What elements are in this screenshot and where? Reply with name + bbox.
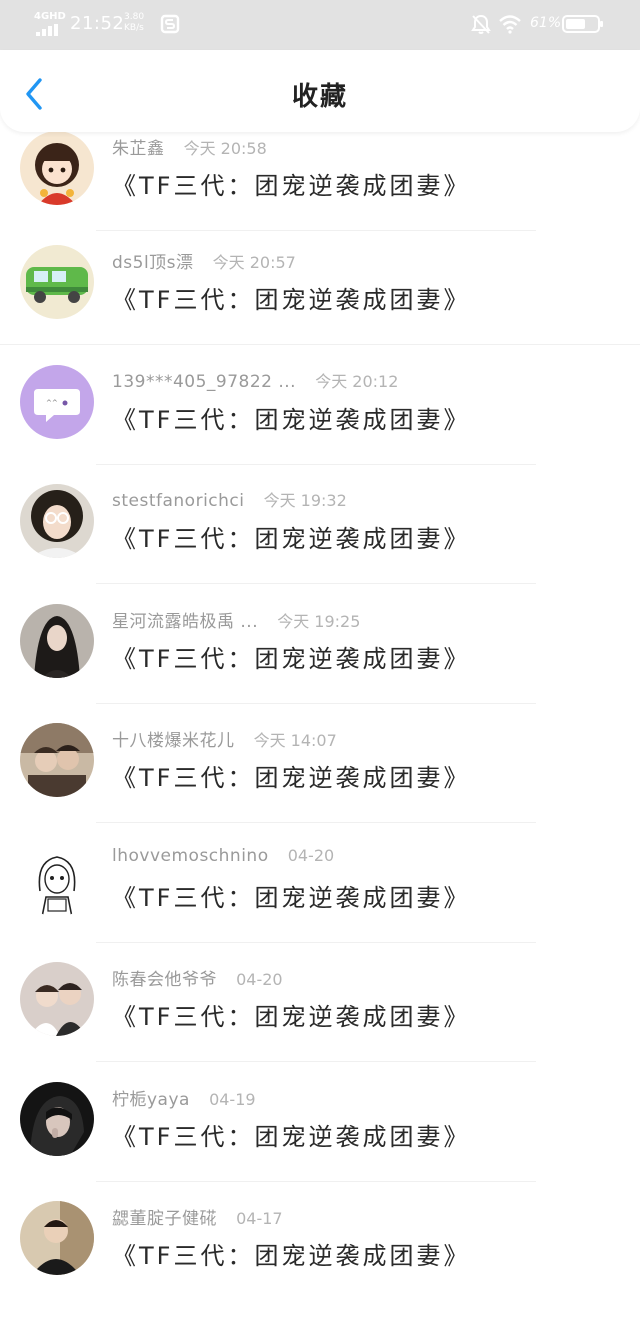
list-item[interactable]: 朱芷鑫 今天 20:58 《TF三代：团宠逆袭成团妻》 — [0, 130, 640, 250]
avatar-image — [20, 484, 94, 558]
list-item[interactable]: 勰董腚子健硴 04-17 《TF三代：团宠逆袭成团妻》 — [0, 1200, 640, 1320]
list-item[interactable]: stestfanorichci 今天 19:32 《TF三代：团宠逆袭成团妻》 — [0, 483, 640, 603]
avatar[interactable] — [20, 723, 94, 797]
message-meta: stestfanorichci 今天 19:32 — [112, 487, 347, 515]
message-text: 《TF三代：团宠逆袭成团妻》 — [112, 645, 471, 673]
speed-value: 3.80 — [124, 12, 145, 22]
battery-percent: 61% — [530, 15, 562, 31]
divider — [96, 1061, 536, 1062]
timestamp: 今天 20:57 — [212, 253, 296, 272]
avatar-image — [20, 131, 94, 205]
message-text: 《TF三代：团宠逆袭成团妻》 — [112, 1003, 471, 1031]
avatar[interactable] — [20, 1082, 94, 1156]
message-text: 《TF三代：团宠逆袭成团妻》 — [112, 1123, 471, 1151]
avatar[interactable] — [20, 962, 94, 1036]
avatar-image — [20, 245, 94, 319]
divider — [96, 1181, 536, 1182]
svg-text:^^: ^^ — [46, 399, 58, 407]
username[interactable]: 朱芷鑫 — [112, 139, 165, 159]
nav-bar: 收藏 — [0, 50, 640, 132]
message-meta: 朱芷鑫 今天 20:58 — [112, 134, 267, 162]
message-meta: 柠栀yaya 04-19 — [112, 1085, 256, 1113]
divider — [96, 464, 536, 465]
username[interactable]: stestfanorichci — [112, 491, 245, 511]
message-meta: 勰董腚子健硴 04-17 — [112, 1204, 283, 1232]
message-meta: 陈春会他爷爷 04-20 — [112, 965, 283, 993]
list-item[interactable]: lhovvemoschnino 04-20 《TF三代：团宠逆袭成团妻》 — [0, 842, 640, 962]
divider — [0, 344, 640, 345]
message-text: 《TF三代：团宠逆袭成团妻》 — [112, 525, 471, 553]
divider — [96, 230, 536, 231]
timestamp: 今天 14:07 — [253, 731, 337, 750]
message-text: 《TF三代：团宠逆袭成团妻》 — [112, 1242, 471, 1270]
timestamp: 04-20 — [236, 970, 283, 989]
avatar[interactable] — [20, 843, 94, 917]
avatar[interactable] — [20, 131, 94, 205]
message-text: 《TF三代：团宠逆袭成团妻》 — [112, 406, 471, 434]
timestamp: 04-17 — [236, 1209, 283, 1228]
avatar-image — [20, 723, 94, 797]
username[interactable]: ds5l顶s漂 — [112, 253, 194, 273]
message-text: 《TF三代：团宠逆袭成团妻》 — [112, 172, 471, 200]
message-text: 《TF三代：团宠逆袭成团妻》 — [112, 764, 471, 792]
avatar-image — [20, 962, 94, 1036]
list-item[interactable]: 陈春会他爷爷 04-20 《TF三代：团宠逆袭成团妻》 — [0, 961, 640, 1081]
divider — [96, 703, 536, 704]
wifi-icon — [499, 15, 521, 34]
divider — [96, 822, 536, 823]
message-meta: 十八楼爆米花儿 今天 14:07 — [112, 726, 337, 754]
message-meta: ds5l顶s漂 今天 20:57 — [112, 248, 296, 276]
username[interactable]: 陈春会他爷爷 — [112, 970, 217, 990]
message-meta: 139***405_97822 ... 今天 20:12 — [112, 368, 398, 396]
message-text: 《TF三代：团宠逆袭成团妻》 — [112, 884, 471, 912]
divider — [96, 942, 536, 943]
status-bar: 4GHD 21:52 3.80 KB/s 61% — [0, 0, 640, 50]
app-notification-icon — [160, 14, 180, 34]
username[interactable]: 十八楼爆米花儿 — [112, 731, 235, 751]
avatar-image — [20, 1082, 94, 1156]
list-item[interactable]: 星河流露皓极禹 ... 今天 19:25 《TF三代：团宠逆袭成团妻》 — [0, 603, 640, 723]
clock: 21:52 — [70, 13, 125, 34]
username[interactable]: 柠栀yaya — [112, 1090, 190, 1110]
network-speed: 3.80 KB/s — [124, 12, 150, 34]
avatar-image — [20, 843, 94, 917]
network-type: 4GHD — [34, 11, 66, 22]
divider — [96, 583, 536, 584]
timestamp: 04-20 — [287, 846, 335, 865]
timestamp: 04-19 — [209, 1090, 256, 1109]
username[interactable]: 139***405_97822 ... — [112, 372, 296, 392]
timestamp: 今天 20:58 — [183, 139, 267, 158]
list-item[interactable]: 柠栀yaya 04-19 《TF三代：团宠逆袭成团妻》 — [0, 1081, 640, 1201]
page-title: 收藏 — [291, 82, 348, 112]
speed-unit: KB/s — [124, 23, 144, 33]
username[interactable]: 星河流露皓极禹 ... — [112, 612, 258, 632]
timestamp: 今天 19:25 — [277, 612, 361, 631]
list-item[interactable]: ds5l顶s漂 今天 20:57 《TF三代：团宠逆袭成团妻》 — [0, 244, 640, 364]
mute-bell-icon — [471, 14, 491, 34]
message-text: 《TF三代：团宠逆袭成团妻》 — [112, 286, 471, 314]
avatar[interactable]: ^^ — [20, 365, 94, 439]
timestamp: 今天 19:32 — [263, 491, 347, 510]
avatar-image — [20, 604, 94, 678]
username[interactable]: 勰董腚子健硴 — [112, 1209, 217, 1229]
message-meta: lhovvemoschnino 04-20 — [112, 846, 334, 874]
list-item[interactable]: ^^ 139***405_97822 ... 今天 20:12 《TF三代：团宠… — [0, 364, 640, 484]
timestamp: 今天 20:12 — [315, 372, 399, 391]
battery-icon — [562, 15, 603, 33]
username[interactable]: lhovvemoschnino — [112, 846, 269, 866]
avatar[interactable] — [20, 604, 94, 678]
avatar-image: ^^ — [20, 365, 94, 439]
avatar[interactable] — [20, 245, 94, 319]
avatar[interactable] — [20, 1201, 94, 1275]
message-meta: 星河流露皓极禹 ... 今天 19:25 — [112, 607, 360, 635]
signal-icon — [36, 24, 58, 36]
list-item[interactable]: 十八楼爆米花儿 今天 14:07 《TF三代：团宠逆袭成团妻》 — [0, 722, 640, 842]
avatar-image — [20, 1201, 94, 1275]
avatar[interactable] — [20, 484, 94, 558]
